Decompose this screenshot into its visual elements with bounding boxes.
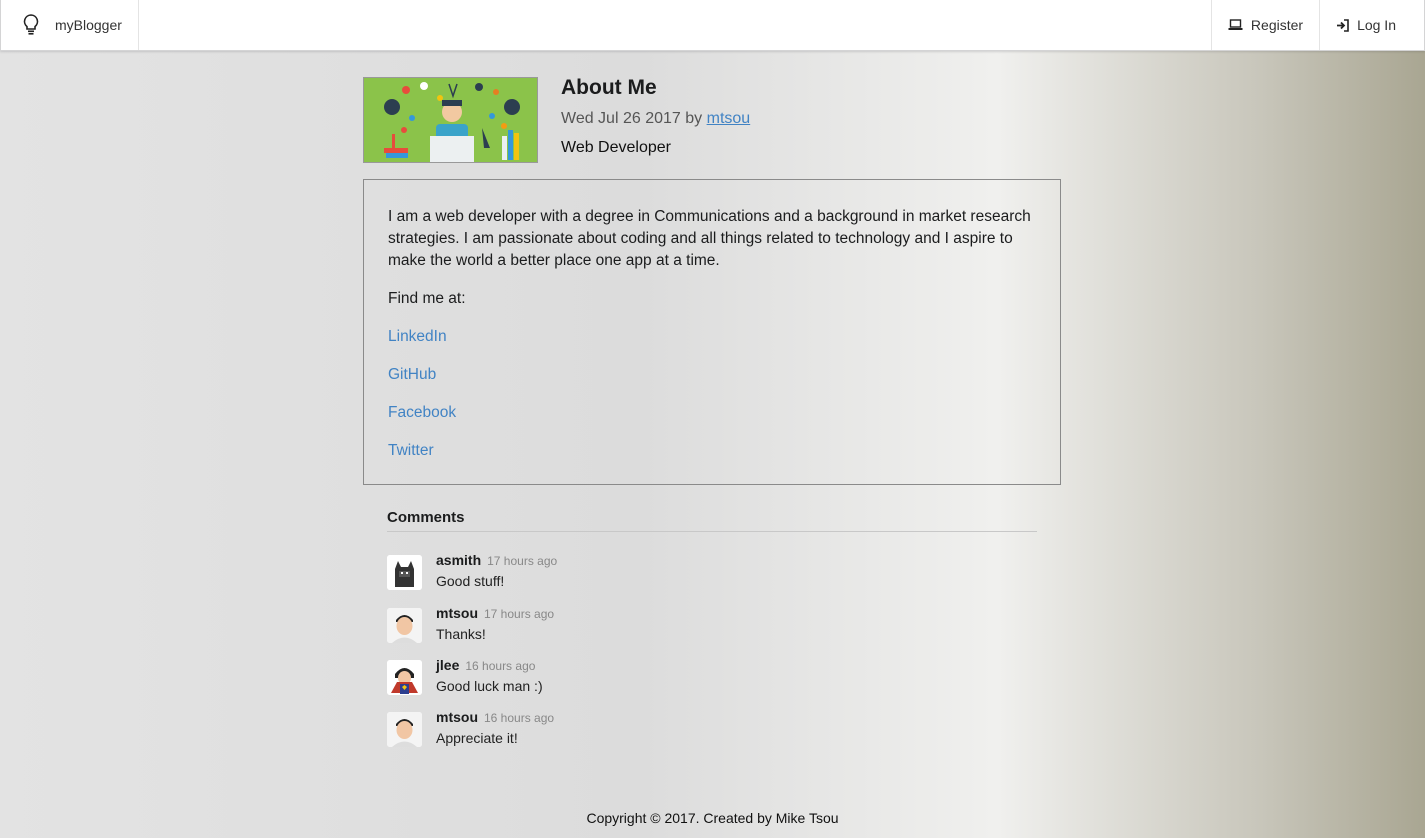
brand-link[interactable]: myBlogger xyxy=(1,0,139,50)
comment-author-line: asmith 17 hours ago xyxy=(436,552,557,568)
person-avatar xyxy=(387,608,422,643)
comments-header: Comments xyxy=(387,509,1037,532)
comment-author[interactable]: jlee xyxy=(436,657,459,673)
post-author-link[interactable]: mtsou xyxy=(707,110,751,127)
person-avatar xyxy=(387,712,422,747)
comment-item: mtsou 16 hours ago Appreciate it! xyxy=(387,709,887,757)
laptop-icon xyxy=(1228,19,1243,31)
footer-copyright: Copyright © 2017. Created by Mike Tsou xyxy=(586,810,839,826)
post-date: Wed Jul 26 2017 xyxy=(561,110,681,127)
register-link[interactable]: Register xyxy=(1210,0,1321,50)
comment-item: mtsou 17 hours ago Thanks! xyxy=(387,605,887,653)
comment-author[interactable]: asmith xyxy=(436,552,481,568)
login-label: Log In xyxy=(1357,17,1396,33)
twitter-link[interactable]: Twitter xyxy=(388,440,1036,462)
post-meta: Wed Jul 26 2017 by mtsou xyxy=(561,110,750,128)
sign-in-icon xyxy=(1336,18,1349,32)
comment-text: Good stuff! xyxy=(436,573,505,589)
github-link[interactable]: GitHub xyxy=(388,364,1036,386)
login-link[interactable]: Log In xyxy=(1320,0,1424,50)
comment-item: jlee 16 hours ago Good luck man :) xyxy=(387,657,887,705)
linkedin-link[interactable]: LinkedIn xyxy=(388,326,1036,348)
superhero-avatar xyxy=(387,660,422,695)
top-menu: myBlogger Register Log In xyxy=(0,0,1425,51)
comment-text: Thanks! xyxy=(436,626,486,642)
facebook-link[interactable]: Facebook xyxy=(388,402,1036,424)
lightbulb-icon xyxy=(23,14,39,36)
comment-time: 17 hours ago xyxy=(487,554,558,568)
comment-author[interactable]: mtsou xyxy=(436,605,478,621)
brand-label: myBlogger xyxy=(55,17,122,33)
comment-time: 16 hours ago xyxy=(465,659,536,673)
find-me-label: Find me at: xyxy=(388,290,466,307)
post-by: by xyxy=(685,110,703,127)
comment-author-line: mtsou 17 hours ago xyxy=(436,605,554,621)
comment-time: 17 hours ago xyxy=(484,607,555,621)
post-paragraph: I am a web developer with a degree in Co… xyxy=(388,208,1031,269)
comment-author-line: jlee 16 hours ago xyxy=(436,657,535,673)
comment-author[interactable]: mtsou xyxy=(436,709,478,725)
comment-time: 16 hours ago xyxy=(484,711,555,725)
post-subtitle: Web Developer xyxy=(561,139,671,156)
post-body: I am a web developer with a degree in Co… xyxy=(363,179,1061,485)
post-thumbnail-image xyxy=(363,77,538,163)
comment-text: Appreciate it! xyxy=(436,730,518,746)
post-title: About Me xyxy=(561,76,657,99)
comment-author-line: mtsou 16 hours ago xyxy=(436,709,554,725)
batman-avatar xyxy=(387,555,422,590)
register-label: Register xyxy=(1250,17,1304,33)
comment-text: Good luck man :) xyxy=(436,678,543,694)
comment-item: asmith 17 hours ago Good stuff! xyxy=(387,552,887,600)
